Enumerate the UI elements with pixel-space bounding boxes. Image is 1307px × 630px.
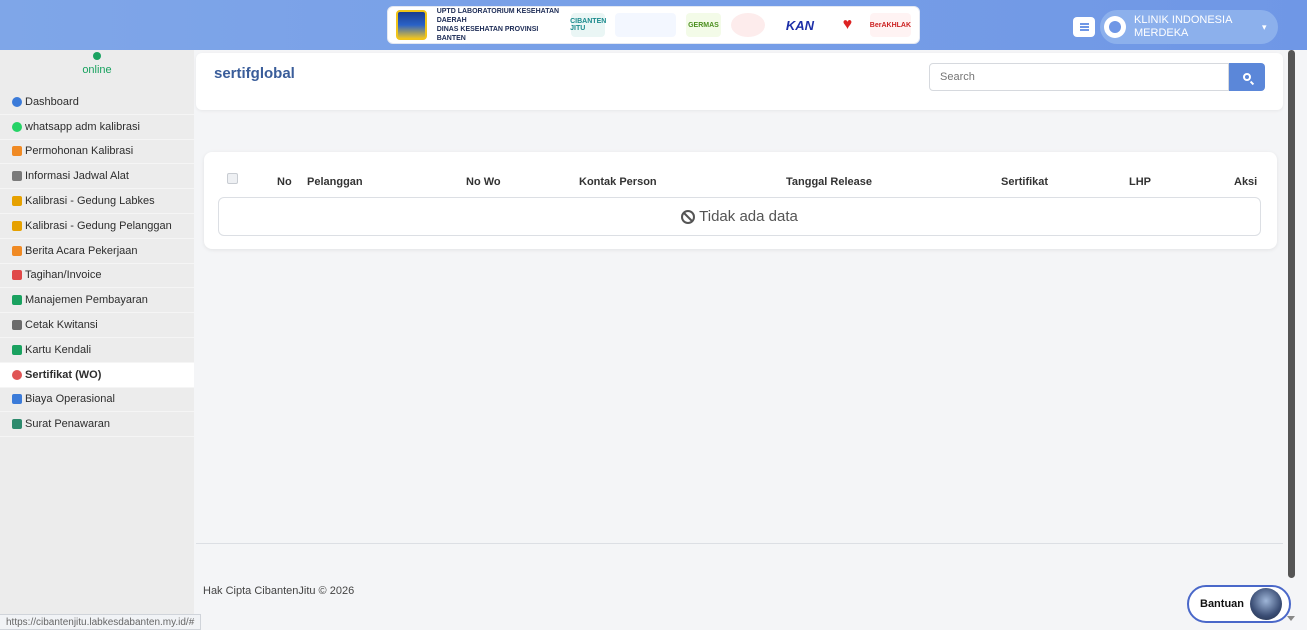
page-scrollbar[interactable] xyxy=(1288,50,1295,578)
sidebar-item-label: Biaya Operasional xyxy=(25,393,115,406)
round-badge-logo-icon xyxy=(731,13,766,37)
germas-logo-icon: GERMAS xyxy=(685,13,722,37)
ban-icon xyxy=(681,209,696,224)
hamburger-icon xyxy=(1079,26,1089,28)
select-all-checkbox[interactable] xyxy=(227,173,238,184)
search-input[interactable] xyxy=(929,63,1229,91)
sidebar-item-tagihan-invoice[interactable]: Tagihan/Invoice xyxy=(0,264,194,289)
sidebar: online Dashboard whatsapp adm kalibrasi Pe… xyxy=(0,50,194,630)
sidebar-nav: Dashboard whatsapp adm kalibrasi Permohona… xyxy=(0,90,194,438)
folder-icon xyxy=(12,146,22,157)
search-icon xyxy=(1243,73,1251,81)
berakhlak-logo-icon: BerAKHLAK xyxy=(869,13,912,37)
invoice-icon xyxy=(12,270,22,281)
sidebar-item-cetak-kwitansi[interactable]: Cetak Kwitansi xyxy=(0,313,194,338)
help-button[interactable]: Bantuan xyxy=(1187,585,1291,623)
sidebar-item-kartu-kendali[interactable]: Kartu Kendali xyxy=(0,338,194,363)
whatsapp-icon xyxy=(12,121,22,132)
kan-logo-icon: KAN xyxy=(775,13,825,37)
sidebar-item-label: whatsapp adm kalibrasi xyxy=(25,120,140,133)
help-avatar-icon xyxy=(1250,588,1282,620)
top-header: UPTD LABORATORIUM KESEHATAN DAERAH DINAS… xyxy=(0,0,1307,50)
sidebar-item-label: Dashboard xyxy=(25,95,79,108)
dashboard-icon xyxy=(12,96,22,107)
scroll-down-arrow-icon[interactable] xyxy=(1287,616,1295,621)
sidebar-item-kalibrasi-gedung-labkes[interactable]: Kalibrasi - Gedung Labkes xyxy=(0,189,194,214)
menu-toggle-button[interactable] xyxy=(1073,17,1095,37)
sidebar-item-sertifikat-wo[interactable]: Sertifikat (WO) xyxy=(0,362,194,388)
sidebar-item-dashboard[interactable]: Dashboard xyxy=(0,90,194,115)
banner-org-name: UPTD LABORATORIUM KESEHATAN DAERAH DINAS… xyxy=(437,7,562,43)
status-text: online xyxy=(82,64,112,76)
sidebar-item-label: Cetak Kwitansi xyxy=(25,319,98,332)
card-icon xyxy=(12,344,22,355)
column-header-tanggal-release[interactable]: Tanggal Release xyxy=(786,176,872,188)
print-icon xyxy=(12,320,22,331)
sidebar-item-label: Tagihan/Invoice xyxy=(25,269,102,282)
sidebar-item-berita-acara-pekerjaan[interactable]: Berita Acara Pekerjaan xyxy=(0,239,194,264)
sidebar-item-permohonan-kalibrasi[interactable]: Permohonan Kalibrasi xyxy=(0,140,194,165)
send-icon xyxy=(12,419,22,430)
sidebar-item-label: Manajemen Pembayaran xyxy=(25,294,148,307)
sidebar-item-label: Permohonan Kalibrasi xyxy=(25,145,134,158)
cibanten-logo-icon: CIBANTEN JITU xyxy=(570,13,606,37)
certificate-icon xyxy=(12,369,22,380)
footer-copyright: Hak Cipta CibantenJitu © 2026 xyxy=(203,585,355,597)
heart-logo-icon: ♥ xyxy=(834,13,860,37)
online-dot-icon xyxy=(93,52,101,60)
search-button[interactable] xyxy=(1229,63,1265,91)
sidebar-item-label: Berita Acara Pekerjaan xyxy=(25,244,138,257)
column-header-aksi[interactable]: Aksi xyxy=(1234,176,1257,188)
sidebar-item-kalibrasi-gedung-pelanggan[interactable]: Kalibrasi - Gedung Pelanggan xyxy=(0,214,194,239)
column-header-no-wo[interactable]: No Wo xyxy=(466,176,501,188)
data-table: No Pelanggan No Wo Kontak Person Tanggal… xyxy=(204,152,1277,249)
column-header-pelanggan[interactable]: Pelanggan xyxy=(307,176,363,188)
sidebar-item-whatsapp-adm-kalibrasi[interactable]: whatsapp adm kalibrasi xyxy=(0,115,194,140)
user-avatar-icon xyxy=(1104,16,1126,38)
sidebar-item-informasi-jadwal-alat[interactable]: Informasi Jadwal Alat xyxy=(0,164,194,190)
sidebar-item-manajemen-pembayaran[interactable]: Manajemen Pembayaran xyxy=(0,288,194,314)
column-header-sertifikat[interactable]: Sertifikat xyxy=(1001,176,1048,188)
sidebar-item-biaya-operasional[interactable]: Biaya Operasional xyxy=(0,388,194,413)
sidebar-item-label: Surat Penawaran xyxy=(25,418,110,431)
sidebar-item-label: Informasi Jadwal Alat xyxy=(25,170,129,183)
column-header-kontak-person[interactable]: Kontak Person xyxy=(579,176,657,188)
status-bar-url: https://cibantenjitu.labkesdabanten.my.i… xyxy=(0,614,202,630)
banten-logo-icon xyxy=(396,10,427,40)
calendar-icon xyxy=(12,171,22,182)
user-menu[interactable]: KLINIK INDONESIA MERDEKA ▾ xyxy=(1100,10,1278,44)
column-header-lhp[interactable]: LHP xyxy=(1129,176,1151,188)
header-banner: UPTD LABORATORIUM KESEHATAN DAERAH DINAS… xyxy=(387,6,920,44)
sidebar-item-label: Kartu Kendali xyxy=(25,343,92,356)
kemenkes-logo-icon xyxy=(615,13,676,37)
user-name: KLINIK INDONESIA MERDEKA xyxy=(1134,14,1232,39)
upload-icon xyxy=(12,220,22,231)
folder-icon xyxy=(12,245,22,256)
banner-org-line1: UPTD LABORATORIUM KESEHATAN DAERAH xyxy=(436,8,560,24)
money-icon xyxy=(12,295,22,306)
page-header-card: sertifglobal xyxy=(196,53,1283,110)
empty-message: Tidak ada data xyxy=(699,208,798,225)
footer-divider xyxy=(196,543,1283,544)
sidebar-item-label: Kalibrasi - Gedung Labkes xyxy=(25,195,155,208)
caret-down-icon: ▾ xyxy=(1262,21,1267,32)
help-label: Bantuan xyxy=(1200,598,1244,610)
user-status: online xyxy=(0,50,194,90)
upload-icon xyxy=(12,196,22,207)
sidebar-item-label: Sertifikat (WO) xyxy=(25,368,102,381)
sidebar-item-surat-penawaran[interactable]: Surat Penawaran xyxy=(0,412,194,438)
empty-table-row: Tidak ada data xyxy=(218,197,1261,236)
page-title: sertifglobal xyxy=(214,65,295,82)
column-header-no[interactable]: No xyxy=(277,176,292,188)
sidebar-item-label: Kalibrasi - Gedung Pelanggan xyxy=(25,219,172,232)
banner-org-line2: DINAS KESEHATAN PROVINSI BANTEN xyxy=(436,26,539,42)
calculator-icon xyxy=(12,394,22,405)
